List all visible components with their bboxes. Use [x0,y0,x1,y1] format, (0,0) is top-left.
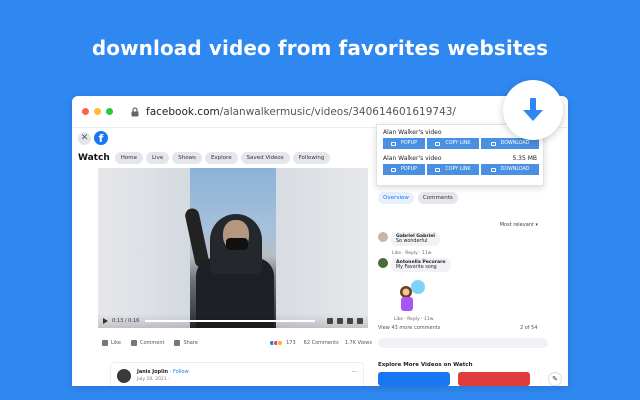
post-author[interactable]: Janis Joplin · Follow [137,369,189,375]
share-button[interactable]: Share [174,340,198,346]
facebook-logo[interactable]: f [94,131,108,145]
nav-following[interactable]: Following [292,152,331,164]
reaction-count: 173 [286,340,296,346]
nav-shows[interactable]: Shows [172,152,202,164]
copy-link-label: COPY LINK [445,167,471,172]
popup-button[interactable]: POPUP [383,138,425,149]
video-frame [183,168,276,328]
write-comment-input[interactable] [378,338,548,348]
popup-button-label: POPUP [401,141,417,146]
url-path: /alanwalkermusic/videos/340614601619743/ [219,105,456,118]
nav-explore[interactable]: Explore [204,152,238,164]
nav-live[interactable]: Live [145,152,170,164]
edit-icon[interactable]: ✎ [548,372,562,386]
comment-label: Comment [139,340,165,346]
window-minimize-dot[interactable] [94,108,101,115]
follow-link[interactable]: · Follow [170,369,189,375]
watch-nav: Watch Home Live Shows Explore Saved Vide… [78,152,333,164]
url-host: facebook.com [146,105,220,118]
popup-icon [391,141,397,146]
download-label: DOWNLOAD [500,167,530,172]
video-player[interactable]: 0:13 / 0:16 [98,168,368,328]
lock-icon [131,106,139,116]
comment-page-count: 2 of 54 [520,325,538,331]
link-icon [435,141,441,146]
tab-comments[interactable]: Comments [417,192,458,204]
fullscreen-icon[interactable] [347,318,353,324]
view-more-comments[interactable]: View 43 more comments [378,325,440,331]
watch-title: Watch [78,153,110,163]
download-arrow-icon [523,98,543,121]
popup-video-title: Alan Walker's video [383,155,442,162]
views-count: 1.7K Views [344,340,372,346]
post-actions: Like Comment Share 173 62 Comments 1.7K … [102,340,372,346]
video-progress-bar[interactable] [145,320,315,322]
post-author-name: Janis Joplin [137,369,169,375]
comments-count[interactable]: 62 Comments [304,340,339,346]
comment-text: My Favorite song [396,265,437,270]
more-options-icon[interactable]: ... [351,367,357,374]
download-button[interactable]: DOWNLOAD [481,164,539,175]
post-card: Janis Joplin · Follow July 10, 2021 · ..… [110,362,364,386]
volume-icon[interactable] [357,318,363,324]
comment-meta[interactable]: Like · Reply · 11w [392,251,431,256]
wow-reaction-icon [277,340,284,346]
video-time: 0:13 / 0:16 [112,318,140,324]
popup-video-title: Alan Walker's video [383,129,442,136]
avatar[interactable] [378,232,388,242]
video-thumbnail[interactable] [458,372,530,386]
tab-overview[interactable]: Overview [378,192,414,204]
popup-icon [391,167,397,172]
sticker-image [400,280,425,311]
popup-video-item: Alan Walker's video 5.35 MB POPUP COPY LI… [383,155,543,175]
pip-icon[interactable] [337,318,343,324]
nav-saved-videos[interactable]: Saved Videos [240,152,290,164]
sticker-meta[interactable]: Like · Reply · 11w [394,317,433,322]
comment-bubble: Antonella Pecoraro My Favorite song [391,258,451,272]
video-controls: 0:13 / 0:16 [98,314,368,328]
gear-icon[interactable] [327,318,333,324]
link-icon [435,167,441,172]
video-person-mask [226,238,248,250]
download-icon [490,141,496,146]
video-thumbnail[interactable] [378,372,450,386]
window-maximize-dot[interactable] [106,108,113,115]
download-icon [490,167,496,172]
thumbs-up-icon [102,340,108,346]
post-date: July 10, 2021 · [137,377,170,382]
comment-text: So wonderful [396,239,428,244]
play-icon[interactable] [103,318,108,324]
copy-link-label: COPY LINK [445,141,471,146]
share-icon [174,340,181,346]
avatar[interactable] [117,369,131,383]
explore-section: Explore More Videos on Watch [378,358,568,386]
sidebar-tabs: Overview Comments [378,192,462,204]
close-icon[interactable]: ✕ [78,131,91,145]
comment-icon [130,340,137,346]
popup-video-size: 5.35 MB [512,155,537,162]
explore-title: Explore More Videos on Watch [378,362,473,368]
comment-button[interactable]: Comment [130,340,165,346]
avatar[interactable] [378,258,388,268]
copy-link-button[interactable]: COPY LINK [427,164,479,175]
extension-download-button[interactable] [503,80,563,140]
address-bar[interactable]: facebook.com/alanwalkermusic/videos/3406… [146,106,456,118]
comment-bubble: Gabriel Gabriel So wonderful [391,232,440,246]
popup-button-label: POPUP [401,167,417,172]
comment-item: Antonella Pecoraro My Favorite song [378,258,451,272]
copy-link-button[interactable]: COPY LINK [427,138,479,149]
like-label: Like [111,340,121,346]
nav-home[interactable]: Home [114,152,143,164]
like-button[interactable]: Like [102,340,121,346]
sort-dropdown[interactable]: Most relevant ▾ [500,222,538,228]
window-close-dot[interactable] [82,108,89,115]
download-label: DOWNLOAD [500,141,530,146]
popup-button[interactable]: POPUP [383,164,425,175]
share-label: Share [183,340,198,346]
reactions-summary[interactable]: 173 62 Comments 1.7K Views [269,340,372,346]
headline: download video from favorites websites [91,36,549,60]
comment-item: Gabriel Gabriel So wonderful [378,232,440,246]
